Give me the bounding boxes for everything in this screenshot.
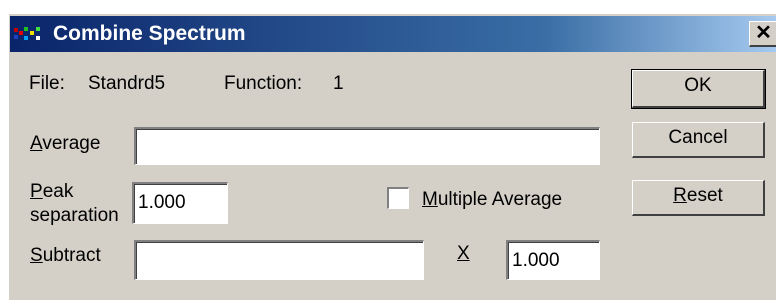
file-value: Standrd5 bbox=[88, 73, 166, 94]
close-button[interactable]: ✕ bbox=[749, 21, 776, 47]
peak-separation-label-line2: separation bbox=[30, 205, 119, 226]
app-icon bbox=[14, 25, 44, 43]
close-icon: ✕ bbox=[755, 22, 772, 44]
file-label: File: bbox=[29, 73, 65, 94]
subtract-input[interactable] bbox=[134, 240, 424, 280]
multiplier-label: X bbox=[457, 243, 470, 264]
average-label: Average bbox=[30, 133, 101, 154]
peak-separation-label-line1: Peak bbox=[30, 181, 74, 202]
multiple-average-label[interactable]: Multiple Average bbox=[422, 189, 562, 211]
multiple-average-checkbox[interactable] bbox=[387, 187, 409, 209]
cancel-button[interactable]: Cancel bbox=[632, 122, 765, 158]
window-title: Combine Spectrum bbox=[53, 22, 246, 45]
title-bar[interactable]: Combine Spectrum ✕ bbox=[10, 16, 776, 52]
peak-separation-input[interactable]: 1.000 bbox=[132, 182, 228, 224]
subtract-label: Subtract bbox=[30, 245, 101, 266]
function-label: Function: bbox=[224, 73, 303, 94]
reset-button[interactable]: Reset bbox=[632, 180, 765, 216]
ok-button[interactable]: OK bbox=[631, 69, 766, 109]
average-input[interactable] bbox=[134, 127, 600, 165]
multiplier-input[interactable]: 1.000 bbox=[506, 240, 600, 280]
function-value: 1 bbox=[333, 73, 344, 94]
